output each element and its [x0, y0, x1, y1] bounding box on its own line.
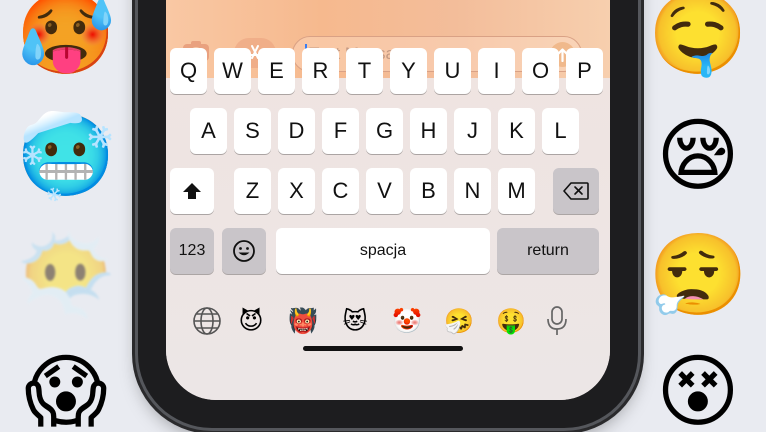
key-t[interactable]: T: [346, 48, 383, 94]
face-exhaling-emoji: 😮‍💨: [648, 229, 748, 322]
key-p[interactable]: P: [566, 48, 603, 94]
key-n[interactable]: N: [454, 168, 491, 214]
key-w[interactable]: W: [214, 48, 251, 94]
phone-screen: Text Message Q W E R T Y U I O P A S D F…: [166, 0, 610, 400]
recent-emoji-heart-eyes-cat[interactable]: 😻: [338, 304, 372, 338]
return-key[interactable]: return: [497, 228, 599, 274]
shift-key[interactable]: [170, 168, 214, 214]
key-r[interactable]: R: [302, 48, 339, 94]
key-d[interactable]: D: [278, 108, 315, 154]
key-i[interactable]: I: [478, 48, 515, 94]
delete-key[interactable]: [553, 168, 599, 214]
key-g[interactable]: G: [366, 108, 403, 154]
drooling-face-emoji: 🤤: [648, 0, 748, 80]
key-k[interactable]: K: [498, 108, 535, 154]
smiley-icon: [233, 240, 255, 262]
recent-emoji-money-mouth[interactable]: 🤑: [494, 304, 528, 338]
dizzy-face-emoji: 😵: [656, 345, 740, 432]
home-indicator[interactable]: [303, 346, 463, 351]
face-in-clouds-emoji: 😶‍🌫️: [16, 229, 116, 322]
key-c[interactable]: C: [322, 168, 359, 214]
key-o[interactable]: O: [522, 48, 559, 94]
emoji-key[interactable]: [222, 228, 266, 274]
key-e[interactable]: E: [258, 48, 295, 94]
key-q[interactable]: Q: [170, 48, 207, 94]
space-key[interactable]: spacja: [276, 228, 490, 274]
key-h[interactable]: H: [410, 108, 447, 154]
key-j[interactable]: J: [454, 108, 491, 154]
key-l[interactable]: L: [542, 108, 579, 154]
key-u[interactable]: U: [434, 48, 471, 94]
shift-arrow-icon: [183, 183, 201, 199]
key-y[interactable]: Y: [390, 48, 427, 94]
microphone-icon[interactable]: [540, 304, 574, 338]
keyboard-bottom-bar: 😈 👹 😻 🤡 🤧 🤑: [166, 300, 610, 360]
hot-face-emoji: 🥵: [16, 0, 116, 80]
screaming-face-emoji: 😱: [24, 345, 108, 432]
cold-face-emoji: 🥶: [16, 109, 116, 202]
key-b[interactable]: B: [410, 168, 447, 214]
key-z[interactable]: Z: [234, 168, 271, 214]
sleepy-face-emoji: 😪: [656, 109, 740, 202]
globe-icon[interactable]: [190, 304, 224, 338]
key-a[interactable]: A: [190, 108, 227, 154]
key-m[interactable]: M: [498, 168, 535, 214]
recent-emoji-imp[interactable]: 😈: [234, 304, 268, 338]
delete-icon: [563, 182, 589, 200]
key-x[interactable]: X: [278, 168, 315, 214]
recent-emoji-ogre[interactable]: 👹: [286, 304, 320, 338]
key-v[interactable]: V: [366, 168, 403, 214]
numbers-key[interactable]: 123: [170, 228, 214, 274]
recent-emoji-sneezing[interactable]: 🤧: [442, 304, 476, 338]
key-s[interactable]: S: [234, 108, 271, 154]
key-f[interactable]: F: [322, 108, 359, 154]
keyboard: Q W E R T Y U I O P A S D F G H J K L Z …: [166, 48, 610, 400]
recent-emoji-clown[interactable]: 🤡: [390, 304, 424, 338]
